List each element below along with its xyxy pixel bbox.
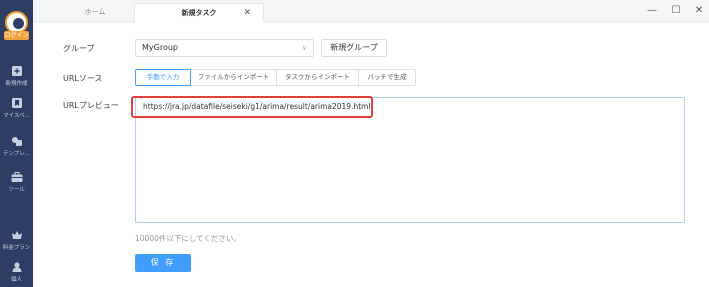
sidebar-item-label: ツール: [8, 187, 25, 193]
tab-bar: ホーム 新規タスク ✕ — ☐ ✕: [33, 0, 709, 22]
url-source-file[interactable]: ファイルからインポート: [190, 69, 277, 86]
sidebar-item-label: 新規作成: [5, 81, 28, 87]
sidebar-item-tools[interactable]: ツール: [0, 172, 33, 193]
url-preview-text: https://jra.jp/datafile/seiseki/g1/arima…: [143, 102, 371, 111]
sidebar-item-label: 個人: [10, 277, 22, 283]
sidebar-item-label: マイスペ...: [3, 113, 30, 119]
template-icon: [11, 136, 23, 146]
sidebar-item-myspace[interactable]: マイスペ...: [0, 98, 33, 119]
tab-home[interactable]: ホーム: [55, 3, 135, 22]
group-select-value: MyGroup: [142, 43, 178, 52]
save-button[interactable]: 保 存: [135, 254, 191, 272]
sidebar-item-account[interactable]: 個人: [0, 262, 33, 283]
login-badge: ログイン: [4, 31, 29, 40]
url-source-manual[interactable]: 手動で入力: [135, 69, 191, 86]
new-group-button[interactable]: 新規グループ: [321, 39, 387, 57]
url-source-label: URLソース: [63, 74, 103, 83]
tab-label: 新規タスク: [181, 9, 217, 17]
group-label: グループ: [63, 44, 95, 53]
sidebar-item-templates[interactable]: テンプレ...: [0, 136, 33, 157]
limit-hint: 10000件以下にしてください。: [135, 234, 241, 243]
url-source-batch[interactable]: バッチで生成: [358, 69, 416, 86]
sidebar-item-label: 料金プラン: [2, 245, 31, 251]
tab-new-task[interactable]: 新規タスク ✕: [134, 3, 264, 22]
url-preview-label: URLプレビュー: [63, 101, 119, 110]
plus-icon: [11, 66, 23, 76]
user-icon: [11, 262, 23, 272]
url-source-task[interactable]: タスクからインポート: [276, 69, 359, 86]
sidebar-item-new[interactable]: 新規作成: [0, 66, 33, 87]
sidebar-item-pricing[interactable]: 料金プラン: [0, 230, 33, 251]
sidebar-item-label: テンプレ...: [2, 151, 31, 157]
bookmark-icon: [11, 98, 23, 108]
maximize-button[interactable]: ☐: [668, 4, 684, 18]
sidebar: ログイン 新規作成 マイスペ... テンプレ... ツール 料金プラン 個人: [0, 0, 33, 287]
crown-icon: [11, 230, 23, 240]
login-avatar-logo[interactable]: ログイン: [4, 11, 29, 44]
group-select[interactable]: MyGroup ∨: [135, 39, 314, 57]
chevron-down-icon: ∨: [301, 44, 307, 52]
toolbox-icon: [11, 172, 23, 182]
minimize-button[interactable]: —: [644, 4, 660, 18]
close-icon[interactable]: ✕: [243, 4, 251, 23]
window-close-button[interactable]: ✕: [691, 4, 707, 18]
